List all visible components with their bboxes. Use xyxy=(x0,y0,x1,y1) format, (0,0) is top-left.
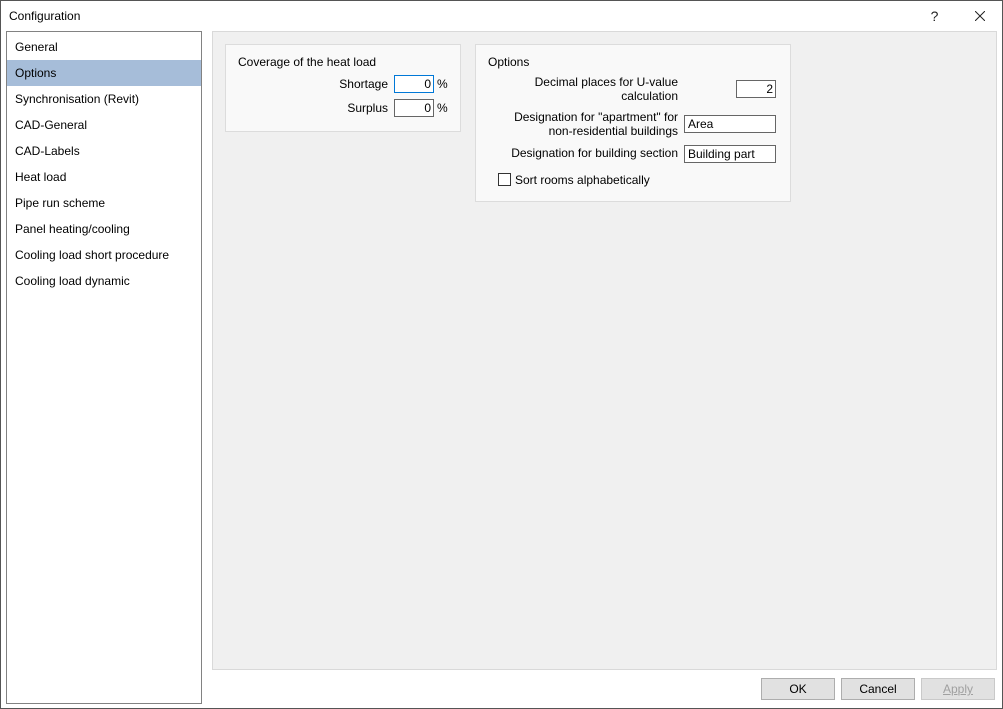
sidebar-item-cad-labels[interactable]: CAD-Labels xyxy=(7,138,201,164)
sidebar-item-panel-heating[interactable]: Panel heating/cooling xyxy=(7,216,201,242)
section-input[interactable] xyxy=(684,145,776,163)
sidebar-item-label: Heat load xyxy=(15,170,66,184)
sidebar-item-cad-general[interactable]: CAD-General xyxy=(7,112,201,138)
sidebar-item-label: CAD-Labels xyxy=(15,144,80,158)
options-legend: Options xyxy=(488,55,778,69)
decimal-input[interactable] xyxy=(736,80,776,98)
sort-row[interactable]: Sort rooms alphabetically xyxy=(488,173,778,187)
ok-button[interactable]: OK xyxy=(761,678,835,700)
shortage-input[interactable] xyxy=(394,75,434,93)
cancel-button[interactable]: Cancel xyxy=(841,678,915,700)
apartment-input[interactable] xyxy=(684,115,776,133)
surplus-input[interactable] xyxy=(394,99,434,117)
sidebar-item-options[interactable]: Options xyxy=(7,60,201,86)
decimal-row: Decimal places for U-value calculation xyxy=(488,75,778,104)
shortage-label: Shortage xyxy=(238,77,394,91)
section-label: Designation for building section xyxy=(488,146,684,160)
sidebar-item-label: Pipe run scheme xyxy=(15,196,105,210)
coverage-legend: Coverage of the heat load xyxy=(238,55,448,69)
surplus-label: Surplus xyxy=(238,101,394,115)
sidebar-item-label: General xyxy=(15,40,58,54)
surplus-row: Surplus % xyxy=(238,99,448,117)
sidebar-item-label: CAD-General xyxy=(15,118,87,132)
sort-label: Sort rooms alphabetically xyxy=(515,173,650,187)
titlebar: Configuration ? xyxy=(1,1,1002,31)
dialog-body: General Options Synchronisation (Revit) … xyxy=(1,31,1002,708)
help-button[interactable]: ? xyxy=(912,1,957,31)
sidebar-item-general[interactable]: General xyxy=(7,34,201,60)
content-area: Coverage of the heat load Shortage % Sur… xyxy=(212,31,997,670)
sidebar-item-pipe-run[interactable]: Pipe run scheme xyxy=(7,190,201,216)
close-icon xyxy=(975,11,985,21)
sidebar-item-label: Cooling load short procedure xyxy=(15,248,169,262)
shortage-row: Shortage % xyxy=(238,75,448,93)
sidebar-item-label: Cooling load dynamic xyxy=(15,274,130,288)
coverage-groupbox: Coverage of the heat load Shortage % Sur… xyxy=(225,44,461,132)
decimal-label: Decimal places for U-value calculation xyxy=(488,75,684,104)
shortage-unit: % xyxy=(434,77,448,91)
category-sidebar: General Options Synchronisation (Revit) … xyxy=(6,31,202,704)
sidebar-item-label: Panel heating/cooling xyxy=(15,222,130,236)
sidebar-item-cooling-short[interactable]: Cooling load short procedure xyxy=(7,242,201,268)
main-panel: Coverage of the heat load Shortage % Sur… xyxy=(212,31,997,704)
sidebar-item-cooling-dynamic[interactable]: Cooling load dynamic xyxy=(7,268,201,294)
config-dialog: Configuration ? General Options Synchron… xyxy=(0,0,1003,709)
close-button[interactable] xyxy=(957,1,1002,31)
apartment-label: Designation for "apartment" for non-resi… xyxy=(488,110,684,139)
sidebar-item-sync-revit[interactable]: Synchronisation (Revit) xyxy=(7,86,201,112)
sidebar-item-heat-load[interactable]: Heat load xyxy=(7,164,201,190)
sidebar-item-label: Synchronisation (Revit) xyxy=(15,92,139,106)
footer: OK Cancel Apply xyxy=(212,670,997,704)
help-icon: ? xyxy=(931,8,939,24)
section-row: Designation for building section xyxy=(488,145,778,163)
window-title: Configuration xyxy=(9,9,80,23)
apartment-row: Designation for "apartment" for non-resi… xyxy=(488,110,778,139)
options-groupbox: Options Decimal places for U-value calcu… xyxy=(475,44,791,202)
surplus-unit: % xyxy=(434,101,448,115)
sort-checkbox[interactable] xyxy=(498,173,511,186)
apply-button[interactable]: Apply xyxy=(921,678,995,700)
sidebar-item-label: Options xyxy=(15,66,56,80)
